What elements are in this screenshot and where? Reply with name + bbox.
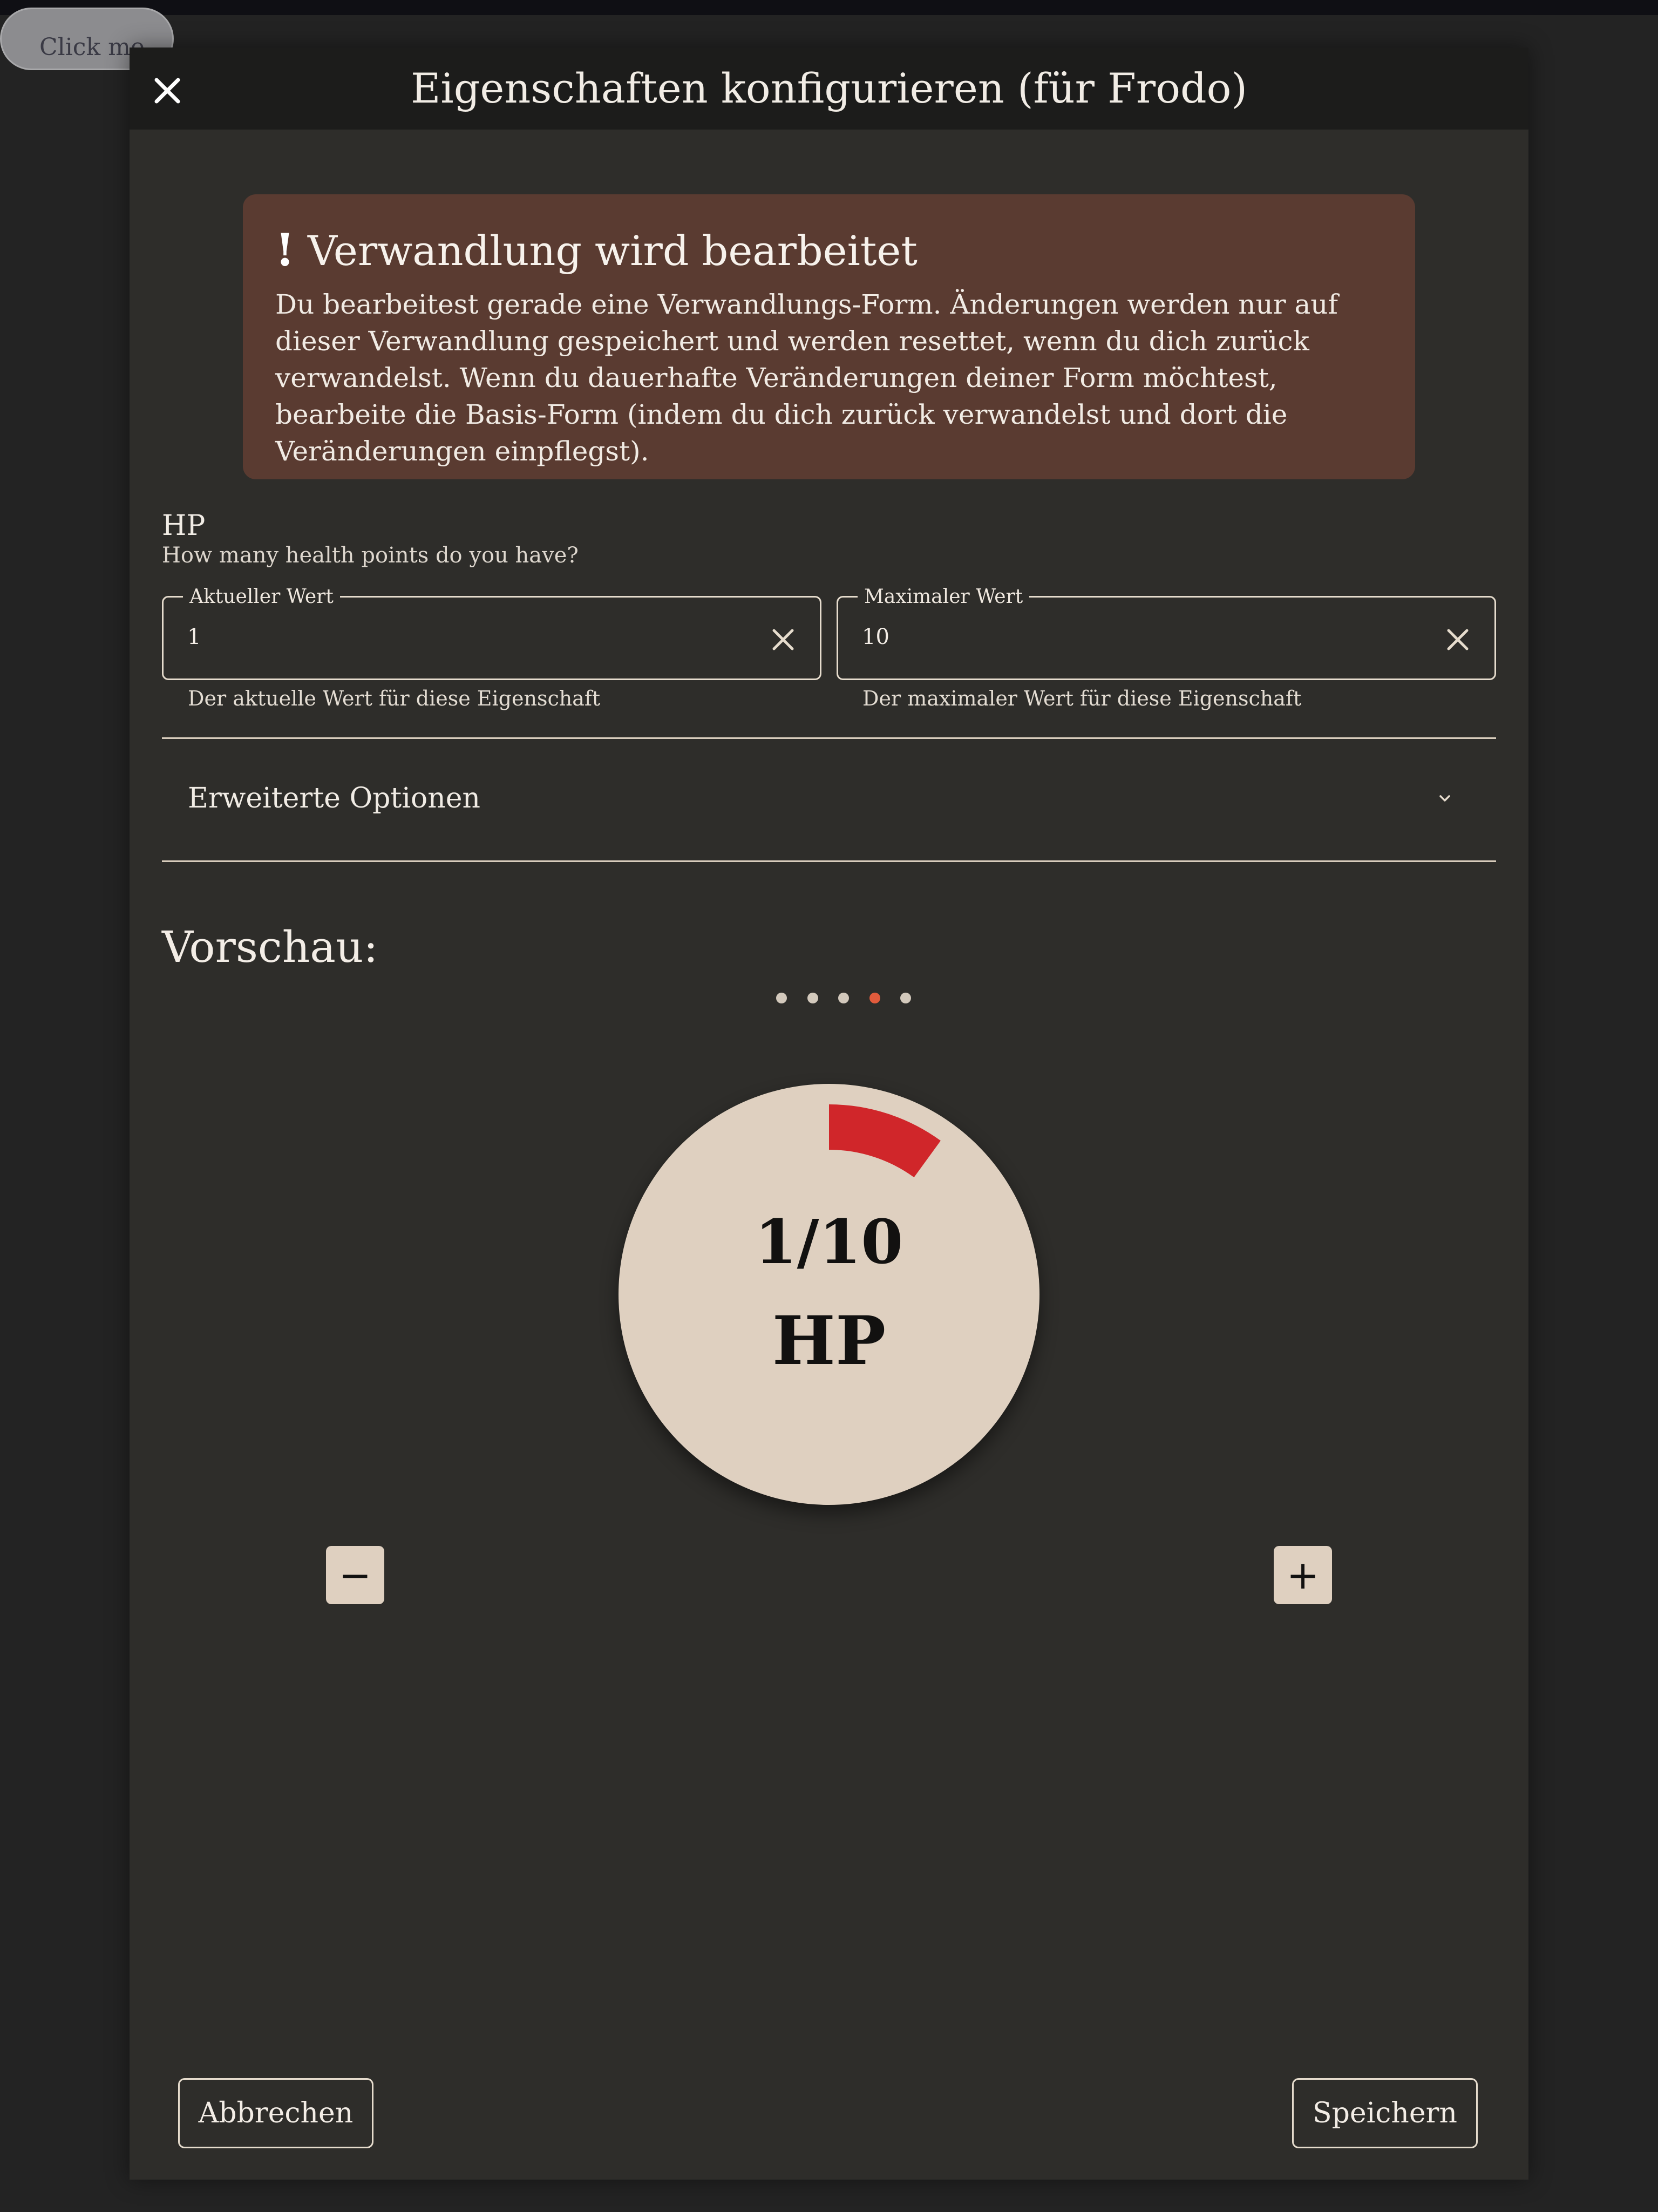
hp-gauge: 1/10 HP bbox=[619, 1084, 1039, 1505]
dialog-title: Eigenschaften konfigurieren (für Frodo) bbox=[410, 64, 1248, 112]
gauge-value: 1/10 bbox=[755, 1207, 903, 1278]
current-value-input[interactable] bbox=[187, 625, 673, 649]
clear-icon bbox=[772, 629, 794, 650]
current-value-helper: Der aktuelle Wert für diese Eigenschaft bbox=[188, 687, 601, 710]
clear-icon bbox=[1447, 629, 1469, 650]
dialog-header: Eigenschaften konfigurieren (für Frodo) bbox=[130, 48, 1528, 130]
advanced-options-toggle[interactable]: Erweiterte Optionen bbox=[162, 738, 1496, 858]
close-icon bbox=[154, 78, 180, 104]
transformation-warning: ! Verwandlung wird bearbeitet Du bearbei… bbox=[243, 194, 1415, 479]
close-button[interactable] bbox=[146, 69, 189, 112]
gauge-unit: HP bbox=[772, 1302, 886, 1380]
current-value-field: Aktueller Wert bbox=[162, 586, 821, 680]
preview-label: Vorschau: bbox=[162, 922, 378, 972]
carousel-dot[interactable] bbox=[838, 993, 849, 1003]
save-button[interactable]: Speichern bbox=[1292, 2078, 1478, 2148]
property-description: How many health points do you have? bbox=[162, 543, 579, 568]
configure-properties-dialog: Eigenschaften konfigurieren (für Frodo) … bbox=[130, 48, 1528, 2180]
max-value-input[interactable] bbox=[862, 625, 1348, 649]
warning-title: Verwandlung wird bearbeitet bbox=[308, 226, 918, 275]
carousel-dot[interactable] bbox=[900, 993, 911, 1003]
increment-button[interactable]: + bbox=[1274, 1546, 1332, 1604]
carousel-dot[interactable] bbox=[807, 993, 818, 1003]
current-value-clear-button[interactable] bbox=[768, 625, 798, 655]
property-name: HP bbox=[162, 510, 206, 542]
chevron-down-icon bbox=[1431, 785, 1458, 812]
max-value-clear-button[interactable] bbox=[1443, 625, 1473, 655]
decrement-button[interactable]: − bbox=[326, 1546, 384, 1604]
warning-text: Du bearbeitest gerade eine Verwandlungs-… bbox=[275, 289, 1338, 467]
preview-carousel-dots bbox=[776, 990, 911, 1006]
gauge-progress-arc bbox=[828, 1104, 941, 1178]
carousel-dot[interactable] bbox=[776, 993, 787, 1003]
advanced-options-label: Erweiterte Optionen bbox=[188, 782, 480, 815]
max-value-field: Maximaler Wert bbox=[837, 586, 1496, 680]
current-value-label: Aktueller Wert bbox=[183, 586, 340, 608]
gauge-svg bbox=[828, 1104, 941, 1178]
cancel-button[interactable]: Abbrechen bbox=[178, 2078, 373, 2148]
divider bbox=[162, 860, 1496, 862]
max-value-label: Maximaler Wert bbox=[858, 586, 1030, 608]
max-value-helper: Der maximaler Wert für diese Eigenschaft bbox=[862, 687, 1302, 710]
exclamation-icon: ! bbox=[275, 225, 295, 276]
top-bar bbox=[0, 0, 1658, 15]
carousel-dot[interactable] bbox=[869, 993, 880, 1003]
